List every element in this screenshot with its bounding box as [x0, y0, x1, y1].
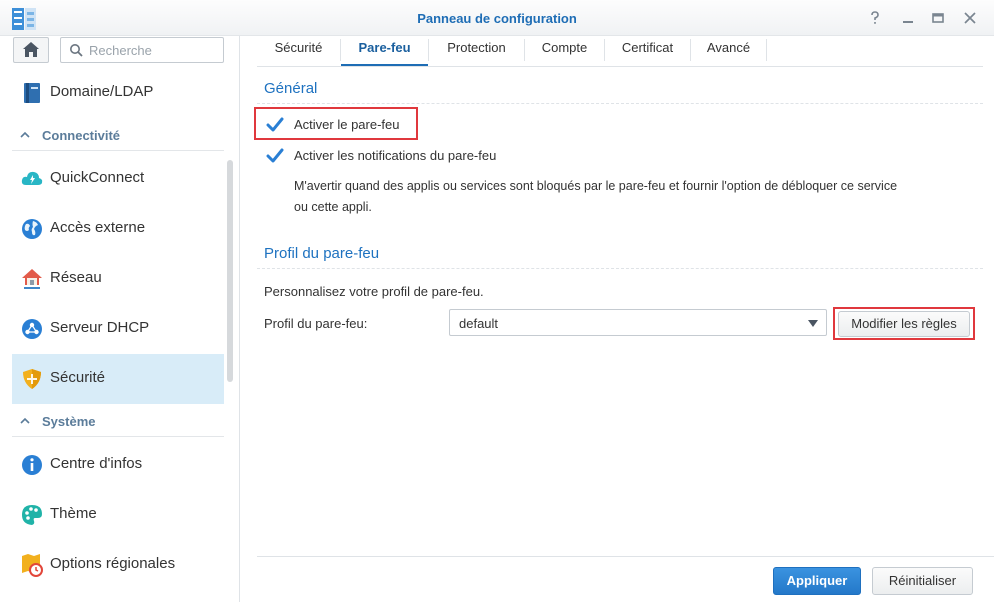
chevron-up-icon	[20, 417, 30, 424]
tab-firewall[interactable]: Pare-feu	[341, 40, 428, 66]
sidebar-item-dhcp-server[interactable]: Serveur DHCP	[12, 304, 224, 354]
sidebar-item-label: Accès externe	[50, 219, 146, 236]
help-icon[interactable]	[866, 9, 884, 27]
chevron-up-icon	[20, 131, 30, 138]
sidebar: Domaine/LDAP Connectivité QuickConnect A…	[0, 36, 240, 602]
enable-notifications-checkbox[interactable]	[266, 147, 284, 165]
palette-icon	[22, 505, 42, 525]
network-house-icon	[22, 269, 42, 289]
shield-icon	[23, 369, 41, 389]
sidebar-item-label: Options régionales	[50, 555, 176, 572]
sidebar-item-quickconnect[interactable]: QuickConnect	[12, 154, 224, 204]
edit-rules-button[interactable]: Modifier les règles	[838, 311, 970, 337]
close-icon[interactable]	[961, 9, 979, 27]
apply-button[interactable]: Appliquer	[773, 567, 861, 595]
firewall-profile-select[interactable]: default	[449, 309, 827, 336]
sidebar-item-external-access[interactable]: Accès externe	[12, 204, 224, 254]
notifications-description-continued: ou cette appli.	[294, 200, 372, 214]
sidebar-item-network[interactable]: Réseau	[12, 254, 224, 304]
tab-protection[interactable]: Protection	[429, 40, 524, 66]
tab-account[interactable]: Compte	[525, 40, 604, 66]
search-icon	[70, 44, 83, 57]
sidebar-item-theme[interactable]: Thème	[12, 490, 224, 540]
selected-profile-value: default	[459, 316, 499, 331]
enable-firewall-checkbox[interactable]	[266, 116, 284, 134]
info-icon	[22, 455, 42, 475]
enable-notifications-label[interactable]: Activer les notifications du pare-feu	[294, 148, 496, 163]
sidebar-item-security[interactable]: Sécurité	[12, 354, 224, 404]
sidebar-item-regional-options[interactable]: Options régionales	[12, 540, 224, 590]
profile-intro-text: Personnalisez votre profil de pare-feu.	[264, 284, 484, 299]
sidebar-item-label: Domaine/LDAP	[50, 83, 154, 100]
directory-icon	[24, 83, 40, 103]
search-input[interactable]	[89, 41, 219, 59]
section-label: Connectivité	[42, 128, 121, 143]
sidebar-item-label: Thème	[50, 505, 97, 522]
sidebar-item-label: Centre d'infos	[50, 455, 143, 472]
main-panel: Sécurité Pare-feu Protection Compte Cert…	[241, 36, 994, 602]
section-label: Système	[42, 414, 96, 429]
tab-separator	[766, 39, 767, 61]
chevron-down-icon	[808, 320, 818, 327]
sidebar-item-label: Sécurité	[50, 369, 106, 386]
home-button[interactable]	[13, 37, 49, 63]
section-divider	[257, 268, 983, 269]
quickconnect-icon	[21, 171, 43, 185]
tab-certificate[interactable]: Certificat	[605, 40, 690, 66]
minimize-icon[interactable]	[899, 9, 917, 27]
sidebar-item-domain-ldap[interactable]: Domaine/LDAP	[12, 68, 224, 118]
globe-icon	[22, 219, 42, 239]
tab-bar: Sécurité Pare-feu Protection Compte Cert…	[257, 36, 983, 67]
sidebar-item-label: Réseau	[50, 269, 102, 286]
enable-firewall-label[interactable]: Activer le pare-feu	[294, 117, 400, 132]
sidebar-scrollbar[interactable]	[227, 160, 233, 382]
sidebar-item-label: Serveur DHCP	[50, 319, 150, 336]
notifications-description: M'avertir quand des applis ou services s…	[294, 179, 898, 193]
title-bar: Panneau de configuration	[0, 0, 994, 36]
home-icon	[23, 42, 39, 57]
tab-advanced[interactable]: Avancé	[691, 40, 766, 66]
general-section-title: Général	[264, 80, 318, 97]
section-divider	[257, 103, 983, 104]
sidebar-item-label: QuickConnect	[50, 169, 145, 186]
reset-button[interactable]: Réinitialiser	[872, 567, 973, 595]
tab-security[interactable]: Sécurité	[257, 40, 340, 66]
profile-section-title: Profil du pare-feu	[264, 245, 380, 262]
footer-divider	[257, 556, 994, 557]
sidebar-item-info-center[interactable]: Centre d'infos	[12, 440, 224, 490]
window-title: Panneau de configuration	[417, 11, 577, 26]
dhcp-icon	[22, 319, 42, 339]
maximize-icon[interactable]	[929, 9, 947, 27]
search-field[interactable]	[60, 37, 224, 63]
sidebar-section-connectivity[interactable]: Connectivité	[12, 121, 224, 151]
sidebar-section-system[interactable]: Système	[12, 407, 224, 437]
regional-clock-icon	[22, 554, 43, 577]
profile-field-label: Profil du pare-feu:	[264, 316, 368, 331]
